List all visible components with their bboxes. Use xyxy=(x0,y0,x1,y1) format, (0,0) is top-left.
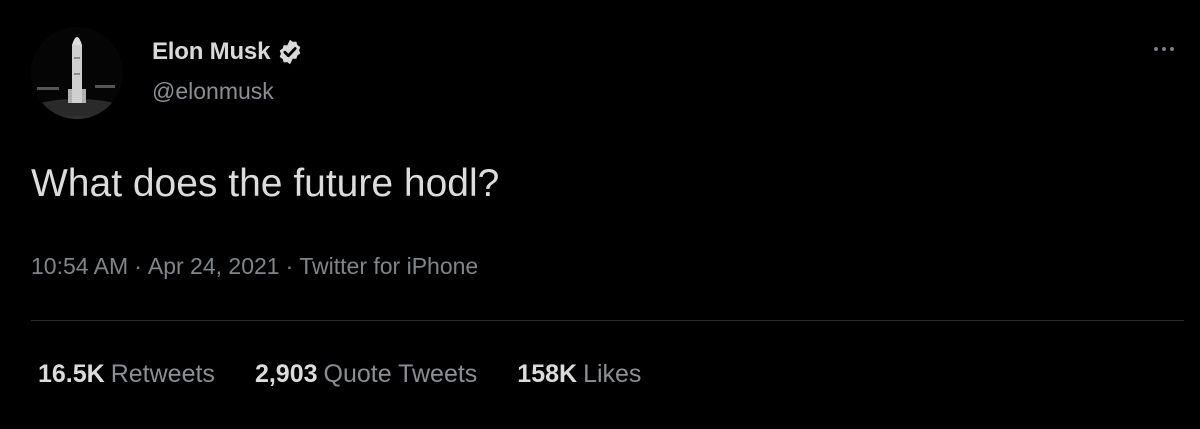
quote-tweets-stat[interactable]: 2,903 Quote Tweets xyxy=(255,360,477,389)
meta-separator: · xyxy=(285,253,294,279)
display-name[interactable]: Elon Musk xyxy=(152,38,270,66)
likes-count: 158K xyxy=(517,360,578,388)
likes-stat[interactable]: 158K Likes xyxy=(517,360,641,389)
likes-label: Likes xyxy=(583,360,642,388)
tweet-source[interactable]: Twitter for iPhone xyxy=(299,253,478,279)
tweet-stats: 16.5K Retweets 2,903 Quote Tweets 158K Like… xyxy=(38,360,681,389)
more-options-icon[interactable] xyxy=(1146,38,1182,60)
tweet-card: Elon Musk @elonmusk What does the future… xyxy=(0,0,1200,429)
tweet-time[interactable]: 10:54 AM xyxy=(31,253,128,279)
retweets-stat[interactable]: 16.5K Retweets xyxy=(38,360,215,389)
rocket-avatar-icon xyxy=(31,27,123,119)
tweet-text: What does the future hodl? xyxy=(31,162,500,205)
quote-tweets-label: Quote Tweets xyxy=(323,360,478,388)
retweets-label: Retweets xyxy=(110,360,215,388)
user-handle[interactable]: @elonmusk xyxy=(152,78,274,105)
verified-badge-icon xyxy=(276,38,304,66)
user-name-row: Elon Musk xyxy=(152,36,304,68)
divider xyxy=(31,320,1184,321)
tweet-date[interactable]: Apr 24, 2021 xyxy=(148,253,280,279)
quote-tweets-count: 2,903 xyxy=(254,360,318,388)
tweet-meta: 10:54 AM · Apr 24, 2021 · Twitter for iPhone xyxy=(31,253,478,280)
retweets-count: 16.5K xyxy=(38,360,105,388)
avatar[interactable] xyxy=(31,27,123,119)
meta-separator: · xyxy=(134,253,142,279)
